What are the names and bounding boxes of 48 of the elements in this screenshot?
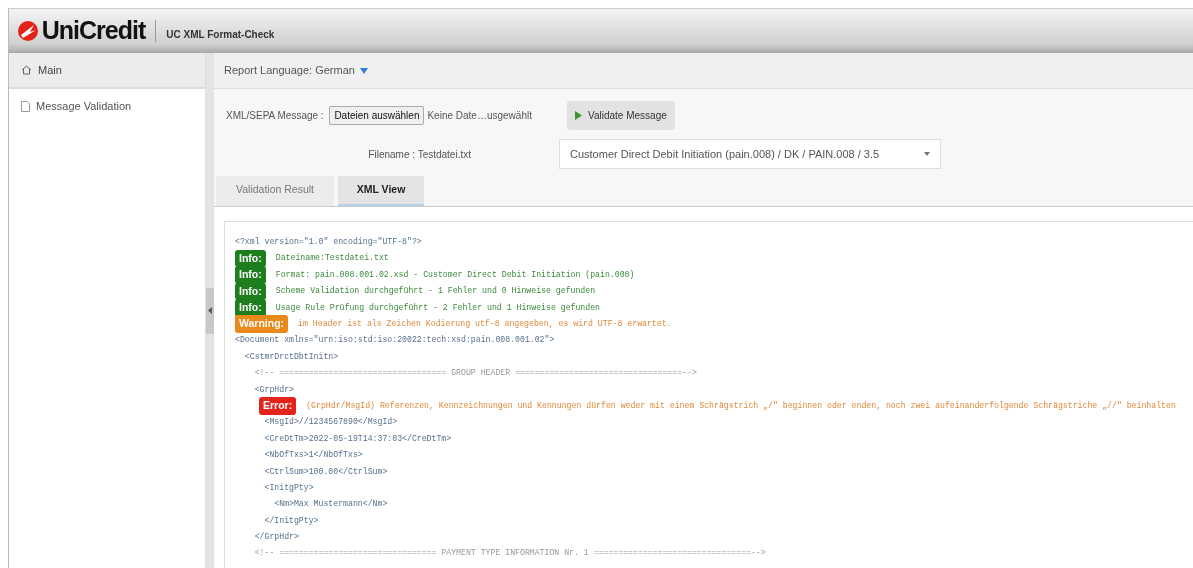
severity-badge: Info: — [235, 298, 266, 317]
logo-icon — [17, 20, 39, 42]
document-icon — [21, 100, 30, 112]
severity-badge: Info: — [235, 249, 266, 268]
severity-badge: Info: — [235, 282, 266, 301]
sidebar-item[interactable]: Message Validation — [9, 89, 205, 123]
caret-icon[interactable] — [359, 67, 368, 74]
sidebar-header[interactable]: Main — [9, 53, 205, 89]
message-text: Scheme Validation durchgeführt - 1 Fehler und 0 Hinweise gefunden — [275, 285, 596, 298]
code-line: <Document xmlns="urn:iso:std:iso:20022:tech:xsd:pain.008.001.02"> — [235, 334, 555, 347]
file-status-text: Keine Date…usgewählt — [427, 108, 532, 123]
left-arrow-icon — [208, 307, 212, 314]
home-icon — [21, 65, 32, 75]
comment-line: <!-- ================================== GROUP HEADER ==================================--> — [253, 367, 697, 380]
format-select[interactable]: Customer Direct Debit Initiation (pain.008) / DK / PAIN.008 / 3.5 — [559, 139, 941, 169]
message-text: im Header ist als Zeichen Kodierung utf-8 angegeben, es wird UTF-8 erwartet. — [298, 318, 672, 330]
tab[interactable]: XML View — [338, 176, 424, 206]
severity-badge: Warning: — [235, 315, 289, 334]
tab[interactable]: Validation Result — [216, 176, 334, 206]
code-line: </GrpHdr> — [253, 531, 299, 544]
code-line: <Nm>Max Mustermann</Nm> — [273, 498, 388, 511]
code-line: <CreDtTm>2022-05-19T14:37:03</CreDtTm> — [263, 432, 452, 445]
choose-file-button[interactable]: Dateien auswählen — [329, 105, 425, 125]
code-line: <?xml version="1.0" encoding="UTF-8"?> — [235, 236, 422, 249]
code-line: <InitgPty> — [263, 481, 314, 494]
message-text: (GrpHdr/MsgId) Referenzen, Kennzeichnungen und Kennungen dürfen weder mit einem Schrägstrich „/" beginnen oder enden, noch zwei aufeinanderfolgende Schrägstriche „//" beinhalten — [306, 399, 1176, 412]
report-language-label: Report Language: German — [224, 63, 355, 79]
collapse-handle[interactable] — [206, 287, 214, 334]
code-line: <CtrlSum>100.00</CtrlSum> — [263, 465, 388, 478]
comment-line: <!-- ================================ PAYMENT TYPE INFORMATION Nr. 1 ================================--> — [253, 547, 766, 560]
message-text: Usage Rule Prüfung durchgeführt - 2 Fehler und 1 Hinweise gefunden — [275, 301, 601, 314]
code-line: <NbOfTxs>1</NbOfTxs> — [263, 449, 363, 462]
code-line: <MsgId>//1234567890</MsgId> — [263, 416, 398, 429]
field-label: XML/SEPA Message : — [226, 108, 324, 123]
message-text: Format: pain.008.001.02.xsd - Customer Direct Debit Initiation (pain.008) — [275, 268, 635, 281]
play-icon — [575, 110, 582, 120]
sidebar-title: Main — [38, 62, 62, 78]
severity-badge: Info: — [235, 266, 266, 284]
message-text: Dateiname:Testdatei.txt — [275, 252, 389, 265]
caret-icon — [924, 152, 930, 156]
code-line: </InitgPty> — [263, 514, 319, 527]
severity-badge: Error: — [259, 397, 297, 415]
filename-text: Filename : Testdatei.txt — [368, 147, 471, 162]
code-line: <GrpHdr> — [253, 383, 294, 396]
validate-button[interactable]: Validate Message — [567, 100, 675, 130]
code-line: <CstmrDrctDbtInitn> — [243, 350, 339, 363]
app-title: UC XML Format-Check — [166, 27, 275, 42]
brand-name: UniCredit — [41, 15, 146, 47]
